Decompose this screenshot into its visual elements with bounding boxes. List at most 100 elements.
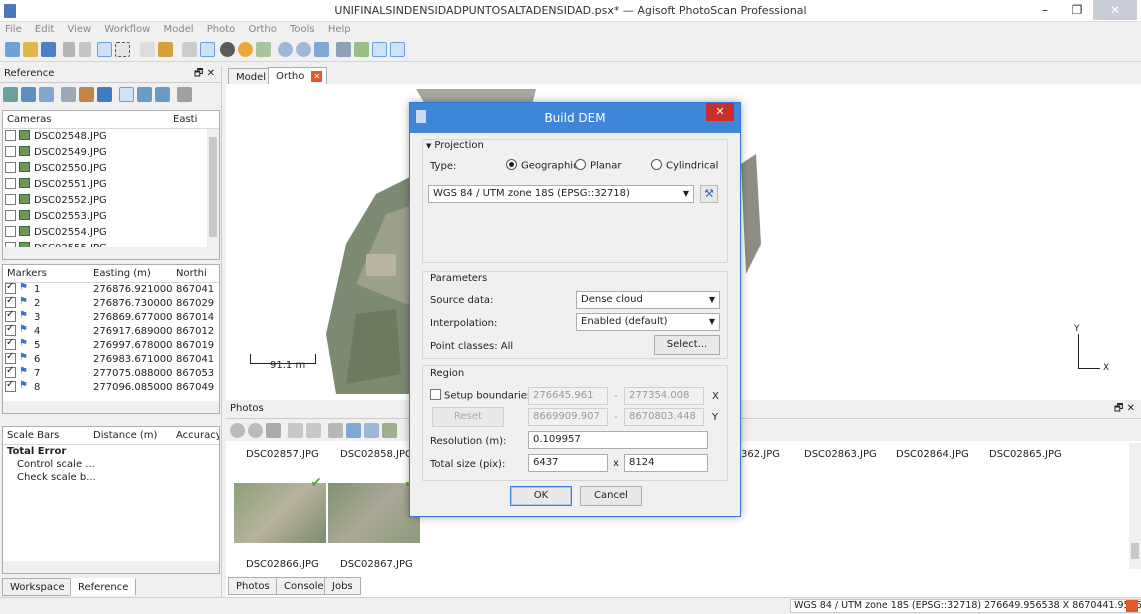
geographic-radio[interactable]: Geographic [506, 159, 579, 172]
maximize-button[interactable]: ❐ [1062, 0, 1092, 20]
marker-row[interactable]: ⚑1276876.921000867041 [3, 280, 219, 297]
menu-tools[interactable]: Tools [285, 22, 320, 38]
photo-name[interactable]: DSC02857.JPG [246, 449, 319, 460]
rotate-left-icon[interactable] [306, 423, 321, 438]
import-icon[interactable] [3, 87, 18, 102]
menu-ortho[interactable]: Ortho [243, 22, 281, 38]
source-data-select[interactable]: Dense cloud ▼ [576, 291, 720, 309]
radio-planar[interactable] [575, 159, 586, 170]
accuracy-column-header[interactable]: Accuracy [176, 427, 219, 445]
x-max-field[interactable]: 277354.008 [624, 387, 704, 405]
check-scalebars-item[interactable]: Check scale b... [3, 471, 219, 484]
ok-button[interactable]: OK [510, 486, 572, 506]
zoom-out-icon[interactable] [296, 42, 311, 57]
menu-file[interactable]: File [0, 22, 27, 38]
show-cameras-icon[interactable] [336, 42, 351, 57]
camera-row[interactable]: DSC02553.JPG [3, 209, 219, 225]
show-regions-icon[interactable] [390, 42, 405, 57]
vertical-scrollbar[interactable] [207, 129, 219, 247]
menu-model[interactable]: Model [159, 22, 199, 38]
move-icon[interactable] [314, 42, 329, 57]
brush-icon[interactable] [158, 42, 173, 57]
easting-column-header[interactable]: Easti [173, 111, 197, 129]
checkbox[interactable] [5, 225, 16, 237]
horizontal-scrollbar[interactable] [3, 401, 219, 413]
tab-reference[interactable]: Reference [70, 578, 137, 596]
cameras-column-header[interactable]: Cameras [7, 111, 51, 129]
crs-settings-button[interactable]: ⚒ [700, 185, 718, 203]
cancel-button[interactable]: Cancel [580, 486, 642, 506]
photo-name[interactable]: DSC02865.JPG [989, 449, 1062, 460]
northing-column-header[interactable]: Northi [176, 265, 207, 283]
checkbox[interactable] [5, 161, 16, 173]
photo-thumbnail[interactable]: ✔ [234, 475, 326, 543]
checkbox[interactable] [5, 350, 16, 364]
distance-column-header[interactable]: Distance (m) [93, 427, 157, 445]
radio-geographic[interactable] [506, 159, 517, 170]
resolution-input[interactable]: 0.109957 [528, 431, 708, 449]
reset-button[interactable]: Reset [432, 407, 504, 427]
menu-edit[interactable]: Edit [30, 22, 59, 38]
menu-workflow[interactable]: Workflow [99, 22, 155, 38]
photo-name[interactable]: DSC02867.JPG [340, 559, 413, 570]
tab-jobs[interactable]: Jobs [324, 577, 361, 595]
redo-icon[interactable] [79, 42, 91, 57]
open-icon[interactable] [23, 42, 38, 57]
settings-icon[interactable] [177, 87, 192, 102]
photo-name[interactable]: DSC02864.JPG [896, 449, 969, 460]
export-icon[interactable] [21, 87, 36, 102]
navigation-icon[interactable] [97, 42, 112, 57]
checkbox[interactable] [430, 389, 441, 400]
checkbox[interactable] [5, 322, 16, 336]
planar-radio[interactable]: Planar [575, 159, 622, 172]
shaded-icon[interactable] [220, 42, 235, 57]
tiled-model-icon[interactable] [256, 42, 271, 57]
details-icon[interactable] [382, 423, 397, 438]
photo-name[interactable]: DSC02866.JPG [246, 559, 319, 570]
dialog-close-button[interactable]: ✕ [706, 103, 734, 121]
remove-cameras-icon[interactable] [266, 423, 281, 438]
marker-row[interactable]: ⚑7277075.088000867053 [3, 364, 219, 381]
view-errors-icon[interactable] [155, 87, 170, 102]
convert-icon[interactable] [39, 87, 54, 102]
photo-name[interactable]: 362.JPG [741, 449, 780, 460]
textured-icon[interactable] [238, 42, 253, 57]
checkbox[interactable] [5, 378, 16, 392]
panel-float-close-icon[interactable]: 🗗 ✕ [194, 66, 215, 82]
photo-name[interactable]: DSC02858.JPG [340, 449, 413, 460]
horizontal-scrollbar[interactable] [3, 561, 219, 573]
tab-workspace[interactable]: Workspace [2, 578, 73, 596]
crs-select[interactable]: WGS 84 / UTM zone 18S (EPSG::32718) ▼ [428, 185, 694, 203]
large-icons-icon[interactable] [346, 423, 361, 438]
save-icon[interactable] [41, 42, 56, 57]
panel-float-close-icon[interactable]: 🗗 ✕ [1114, 401, 1135, 417]
show-shapes-icon[interactable] [372, 42, 387, 57]
camera-row[interactable]: DSC02550.JPG [3, 161, 219, 177]
rotate-right-icon[interactable] [288, 423, 303, 438]
show-markers-icon[interactable] [354, 42, 369, 57]
scalebars-column-header[interactable]: Scale Bars [7, 427, 59, 445]
checkbox[interactable] [5, 177, 16, 189]
marker-row[interactable]: ⚑8277096.085000867049 [3, 378, 219, 395]
undo-icon[interactable] [63, 42, 75, 57]
marker-row[interactable]: ⚑4276917.689000867012 [3, 322, 219, 339]
camera-row[interactable]: DSC02551.JPG [3, 177, 219, 193]
setup-boundaries-checkbox[interactable]: Setup boundaries: [430, 389, 536, 402]
horizontal-scrollbar[interactable] [3, 247, 219, 259]
x-min-field[interactable]: 276645.961 [528, 387, 608, 405]
marker-row[interactable]: ⚑2276876.730000867029 [3, 294, 219, 311]
select-classes-button[interactable]: Select... [654, 335, 720, 355]
disable-cameras-icon[interactable] [248, 423, 263, 438]
size-width-input[interactable]: 6437 [528, 454, 608, 472]
minimize-button[interactable]: – [1030, 0, 1060, 20]
vertical-scrollbar[interactable] [1129, 443, 1141, 569]
photo-thumbnail[interactable]: ✔ [328, 475, 420, 543]
marker-row[interactable]: ⚑6276983.671000867041 [3, 350, 219, 367]
optimize-icon[interactable] [79, 87, 94, 102]
checkbox[interactable] [5, 336, 16, 350]
control-scalebars-item[interactable]: Control scale ... [3, 458, 219, 471]
marker-row[interactable]: ⚑3276869.677000867014 [3, 308, 219, 325]
tab-photos[interactable]: Photos [228, 577, 278, 595]
scrollbar-thumb[interactable] [209, 137, 217, 237]
marker-row[interactable]: ⚑5276997.678000867019 [3, 336, 219, 353]
